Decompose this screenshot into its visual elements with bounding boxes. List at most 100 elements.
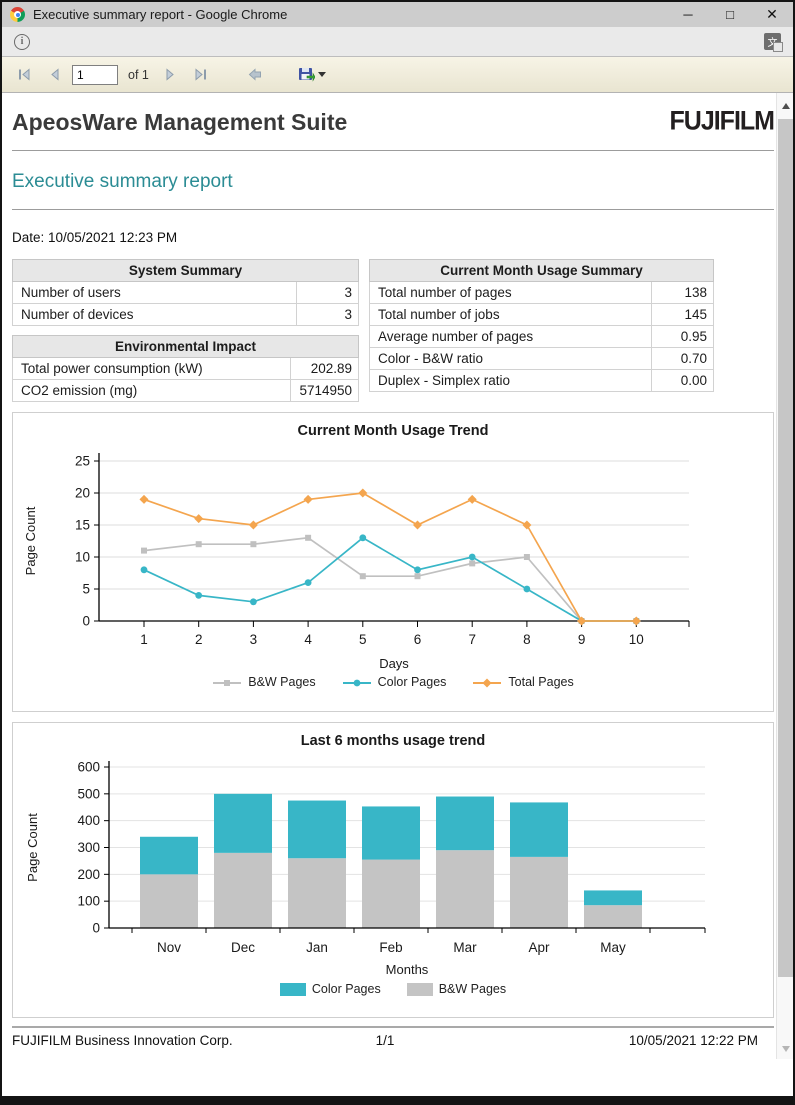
svg-text:Days: Days <box>379 656 409 671</box>
table-title: System Summary <box>13 260 359 282</box>
svg-text:Mar: Mar <box>453 940 477 955</box>
table-row: CO2 emission (mg)5714950 <box>13 380 359 402</box>
scrollbar-thumb[interactable] <box>778 119 793 977</box>
first-page-icon <box>17 68 31 81</box>
svg-text:1: 1 <box>140 632 148 647</box>
legend-item: Color Pages <box>342 675 447 689</box>
value-cell: 138 <box>652 282 714 304</box>
report-date: Date: 10/05/2021 12:23 PM <box>12 230 793 245</box>
translate-icon[interactable]: 文 <box>764 33 781 50</box>
svg-text:9: 9 <box>578 632 586 647</box>
svg-text:20: 20 <box>75 486 90 501</box>
svg-text:600: 600 <box>77 760 100 775</box>
svg-text:Page Count: Page Count <box>25 813 40 882</box>
svg-text:Dec: Dec <box>231 940 255 955</box>
legend-label: Color Pages <box>378 675 447 689</box>
svg-text:Apr: Apr <box>528 940 550 955</box>
close-button[interactable]: ✕ <box>751 2 793 27</box>
footer-company: FUJIFILM Business Innovation Corp. <box>12 1033 261 1048</box>
label-cell: Number of users <box>13 282 297 304</box>
six-month-bar-chart: Last 6 months usage trend 01002003004005… <box>12 722 774 1018</box>
back-to-parent-button[interactable] <box>243 63 267 87</box>
app-title: ApeosWare Management Suite <box>12 109 347 136</box>
svg-text:0: 0 <box>92 921 100 936</box>
report-page: ApeosWare Management Suite FUJIFILM Exec… <box>2 93 793 1048</box>
previous-page-icon <box>48 68 60 81</box>
vertical-scrollbar[interactable] <box>776 93 793 1059</box>
window-titlebar: Executive summary report - Google Chrome… <box>2 2 793 27</box>
export-button[interactable] <box>297 63 327 87</box>
table-row: Total number of pages138 <box>370 282 714 304</box>
report-title: Executive summary report <box>12 171 793 193</box>
table-row: Duplex - Simplex ratio0.00 <box>370 370 714 392</box>
label-cell: Average number of pages <box>370 326 652 348</box>
scrollbar-up-button[interactable] <box>777 97 793 114</box>
browser-window: Executive summary report - Google Chrome… <box>0 0 795 1105</box>
svg-text:200: 200 <box>77 867 100 882</box>
svg-text:5: 5 <box>359 632 367 647</box>
bar-chart-plot: 0100200300400500600NovDecJanFebMarAprMay… <box>21 755 765 979</box>
divider-2 <box>12 209 774 210</box>
table-title: Current Month Usage Summary <box>370 260 714 282</box>
svg-text:Jan: Jan <box>306 940 328 955</box>
scroll-down-icon <box>782 1046 790 1052</box>
svg-text:2: 2 <box>195 632 203 647</box>
svg-text:Months: Months <box>386 962 429 977</box>
label-cell: Total number of pages <box>370 282 652 304</box>
window-title: Executive summary report - Google Chrome <box>33 7 667 22</box>
svg-text:Nov: Nov <box>157 940 181 955</box>
svg-text:500: 500 <box>77 786 100 801</box>
svg-text:15: 15 <box>75 518 90 533</box>
legend-label: B&W Pages <box>439 982 506 996</box>
summary-tables: System SummaryNumber of users3Number of … <box>12 259 793 402</box>
environmental-impact-table: Environmental ImpactTotal power consumpt… <box>12 335 359 402</box>
value-cell: 0.95 <box>652 326 714 348</box>
legend-label: Total Pages <box>508 675 573 689</box>
svg-text:5: 5 <box>82 582 90 597</box>
svg-text:4: 4 <box>304 632 312 647</box>
next-page-icon <box>165 68 177 81</box>
bar-chart-title: Last 6 months usage trend <box>13 733 773 753</box>
legend-item: Color Pages <box>280 981 381 996</box>
save-export-icon <box>298 67 315 83</box>
svg-text:Page Count: Page Count <box>23 506 38 575</box>
legend-label: B&W Pages <box>248 675 315 689</box>
table-row: Total power consumption (kW)202.89 <box>13 358 359 380</box>
label-cell: CO2 emission (mg) <box>13 380 291 402</box>
label-cell: Number of devices <box>13 304 297 326</box>
back-arrow-icon <box>248 68 262 81</box>
previous-page-button[interactable] <box>42 63 66 87</box>
first-page-button[interactable] <box>12 63 36 87</box>
page-info-icon[interactable]: i <box>14 34 30 50</box>
value-cell: 3 <box>297 282 359 304</box>
svg-text:10: 10 <box>75 550 90 565</box>
table-row: Total number of jobs145 <box>370 304 714 326</box>
line-chart-title: Current Month Usage Trend <box>13 423 773 443</box>
table-row: Color - B&W ratio0.70 <box>370 348 714 370</box>
label-cell: Total number of jobs <box>370 304 652 326</box>
legend-swatch <box>472 677 502 689</box>
export-dropdown-caret <box>318 72 326 77</box>
footer-timestamp: 10/05/2021 12:22 PM <box>509 1033 774 1048</box>
svg-text:300: 300 <box>77 840 100 855</box>
minimize-button[interactable]: ─ <box>667 2 709 27</box>
legend-swatch <box>342 677 372 689</box>
table-row: Number of users3 <box>13 282 359 304</box>
scroll-up-icon <box>782 103 790 109</box>
svg-text:6: 6 <box>414 632 422 647</box>
legend-swatch <box>212 677 242 689</box>
value-cell: 5714950 <box>291 380 359 402</box>
current-month-usage-table: Current Month Usage SummaryTotal number … <box>369 259 714 392</box>
page-number-input[interactable] <box>72 65 118 85</box>
table-title: Environmental Impact <box>13 336 359 358</box>
fujifilm-logo: FUJIFILM <box>670 106 775 137</box>
value-cell: 145 <box>652 304 714 326</box>
next-page-button[interactable] <box>159 63 183 87</box>
scrollbar-down-button[interactable] <box>777 1040 793 1057</box>
last-page-button[interactable] <box>189 63 213 87</box>
value-cell: 3 <box>297 304 359 326</box>
bar-chart-legend: Color Pages B&W Pages <box>13 981 773 996</box>
svg-text:8: 8 <box>523 632 531 647</box>
maximize-button[interactable]: □ <box>709 2 751 27</box>
page-count-label: of 1 <box>128 68 149 82</box>
